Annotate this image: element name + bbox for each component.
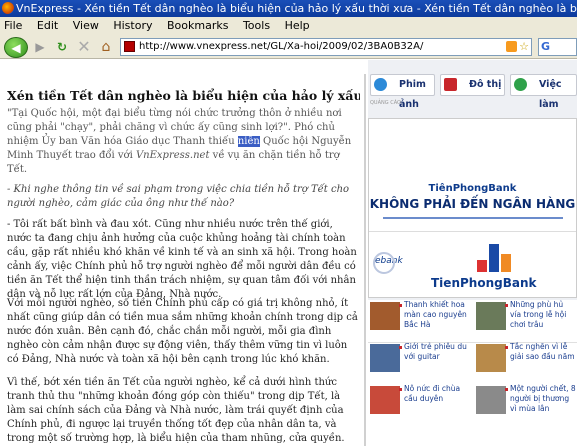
news-title[interactable]: Thanh khiết hoa màn cao nguyên Bắc Hà — [399, 300, 470, 330]
ad-brand: TiênPhongBank — [428, 183, 517, 194]
news-item[interactable]: Những phù hủ vía trong lễ hội chơi trâu — [474, 300, 577, 342]
news-thumbnail[interactable] — [370, 386, 400, 414]
ad-bottom-panel: ebank TienPhongBank — [369, 231, 576, 297]
sidebar: Phim ảnh Đô thị Việc làm QUẢNG CÁO TiênP… — [368, 60, 577, 446]
news-thumbnail[interactable] — [476, 344, 506, 372]
news-title[interactable]: Giới trẻ phiêu du với guitar — [399, 342, 470, 362]
ebank-label: ebank — [373, 252, 419, 274]
menu-help[interactable]: Help — [285, 19, 310, 32]
ad-brand-2: TienPhongBank — [431, 276, 537, 290]
news-grid: Thanh khiết hoa màn cao nguyên Bắc Hà Nh… — [368, 300, 577, 446]
city-icon — [444, 78, 457, 91]
logo-stripe-orange — [501, 254, 511, 272]
url-bar[interactable]: http://www.vnexpress.net/GL/Xa-hoi/2009/… — [120, 38, 532, 56]
stop-icon[interactable]: ✕ — [74, 37, 94, 57]
ad-label: QUẢNG CÁO — [370, 100, 401, 106]
tab-do-thi[interactable]: Đô thị — [440, 74, 505, 96]
menu-view[interactable]: View — [73, 19, 99, 32]
rss-feed-icon[interactable] — [506, 41, 517, 52]
film-icon — [374, 78, 387, 91]
menu-bar: File Edit View History Bookmarks Tools H… — [0, 17, 577, 35]
article: Xén tiền Tết dân nghèo là biểu hiện của … — [0, 60, 360, 446]
answer-paragraph-3: Vì thế, bớt xén tiền ăn Tết của người ng… — [7, 377, 345, 444]
menu-edit[interactable]: Edit — [37, 19, 58, 32]
column-divider — [364, 74, 366, 446]
news-thumbnail[interactable] — [370, 302, 400, 330]
tab-phim-anh[interactable]: Phim ảnh — [370, 74, 435, 110]
home-icon[interactable]: ⌂ — [96, 37, 116, 57]
tab-viec-lam[interactable]: Việc làm — [510, 74, 577, 110]
answer-paragraph-1: - Tôi rất bất bình và đau xót. Cũng như … — [7, 219, 357, 300]
interview-question: - Khi nghe thông tin về sai phạm trong v… — [7, 184, 350, 209]
menu-tools[interactable]: Tools — [243, 19, 270, 32]
window-title: VnExpress - Xén tiền Tết dân nghèo là bi… — [16, 2, 577, 15]
bank-advertisement[interactable]: TiênPhongBank KHÔNG PHẢI ĐẾN NGÂN HÀNG e… — [368, 118, 577, 298]
answer-paragraph-2: Với mỗi người nghèo, số tiền Chính phủ c… — [7, 298, 358, 365]
navigation-toolbar: ◀ ▶ ↻ ✕ ⌂ http://www.vnexpress.net/GL/Xa… — [0, 35, 577, 59]
ad-divider — [383, 217, 563, 219]
news-item[interactable]: Tắc nghẽn vì lễ giải sao đầu năm — [474, 342, 577, 384]
news-item[interactable]: Một người chết, 8 người bị thương vì mùa… — [474, 384, 577, 426]
news-title[interactable]: Tắc nghẽn vì lễ giải sao đầu năm — [505, 342, 576, 362]
google-search-icon: G — [541, 40, 551, 53]
briefcase-icon — [514, 78, 527, 91]
news-title[interactable]: Những phù hủ vía trong lễ hội chơi trâu — [505, 300, 576, 330]
news-item[interactable]: Thanh khiết hoa màn cao nguyên Bắc Hà — [368, 300, 471, 342]
news-title[interactable]: Nô nức đi chùa cầu duyên — [399, 384, 470, 404]
news-thumbnail[interactable] — [476, 386, 506, 414]
site-favicon-icon — [124, 41, 135, 52]
bank-logo-icon — [471, 242, 517, 272]
ad-slogan: KHÔNG PHẢI ĐẾN NGÂN HÀNG — [369, 197, 576, 211]
logo-stripe-blue — [489, 244, 499, 272]
back-button[interactable]: ◀ — [4, 37, 28, 58]
ad-top-panel: TiênPhongBank KHÔNG PHẢI ĐẾN NGÂN HÀNG — [369, 119, 576, 229]
url-text: http://www.vnexpress.net/GL/Xa-hoi/2009/… — [139, 41, 424, 52]
news-item[interactable]: Giới trẻ phiêu du với guitar — [368, 342, 471, 384]
page-content: Xén tiền Tết dân nghèo là biểu hiện của … — [0, 60, 577, 446]
article-lead: "Tại Quốc hội, một đại biểu từng nói chứ… — [7, 107, 359, 177]
menu-history[interactable]: History — [113, 19, 152, 32]
bookmark-star-icon[interactable]: ☆ — [519, 39, 529, 55]
news-item[interactable]: Nô nức đi chùa cầu duyên — [368, 384, 471, 426]
search-box[interactable]: G — [538, 38, 577, 56]
site-name: VnExpress.net — [135, 150, 210, 161]
tab-label: Đô thị — [469, 79, 502, 90]
logo-stripe-red — [477, 260, 487, 272]
article-headline: Xén tiền Tết dân nghèo là biểu hiện của … — [7, 88, 360, 103]
tab-label: Việc làm — [539, 79, 562, 110]
news-thumbnail[interactable] — [476, 302, 506, 330]
tab-label: Phim ảnh — [399, 79, 426, 110]
reload-icon[interactable]: ↻ — [52, 37, 72, 57]
menu-file[interactable]: File — [4, 19, 22, 32]
news-thumbnail[interactable] — [370, 344, 400, 372]
news-title[interactable]: Một người chết, 8 người bị thương vì mùa… — [505, 384, 576, 414]
menu-bookmarks[interactable]: Bookmarks — [167, 19, 228, 32]
selected-text: niên — [237, 136, 260, 147]
forward-button[interactable]: ▶ — [30, 37, 50, 57]
firefox-icon — [2, 2, 14, 14]
window-titlebar: VnExpress - Xén tiền Tết dân nghèo là bi… — [0, 0, 577, 17]
